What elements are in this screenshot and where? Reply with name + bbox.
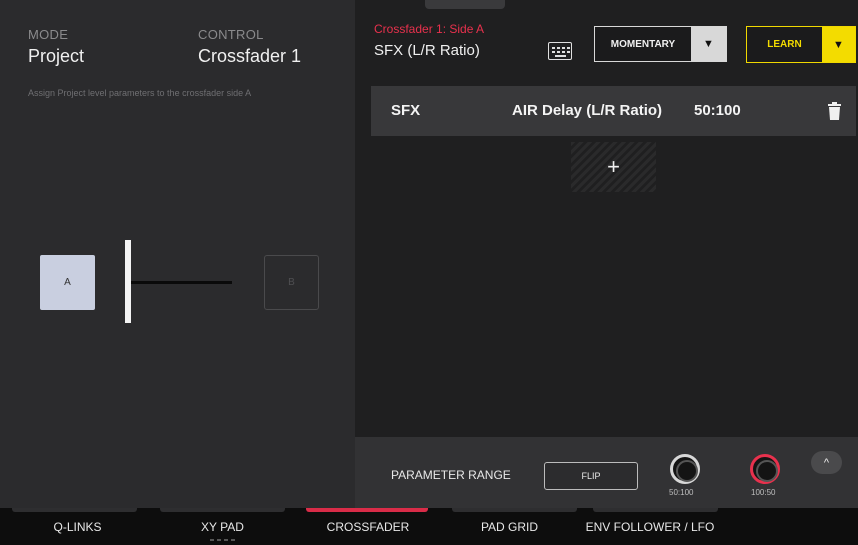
add-assignment-button[interactable]: + xyxy=(571,142,656,192)
top-handle xyxy=(425,0,505,9)
control-caption: CONTROL xyxy=(198,27,264,42)
assignment-title: Crossfader 1: Side A xyxy=(374,22,485,36)
assignment-param: AIR Delay (L/R Ratio) xyxy=(512,102,663,119)
range-max-knob[interactable] xyxy=(750,454,780,484)
tab-q-links[interactable]: Q-LINKS xyxy=(20,508,135,545)
control-value[interactable]: Crossfader 1 xyxy=(198,46,301,67)
learn-label: LEARN xyxy=(767,39,802,50)
mode-value[interactable]: Project xyxy=(28,46,84,67)
assignment-value: 50:100 xyxy=(694,102,741,119)
crossfader-track[interactable] xyxy=(131,281,232,284)
learn-button[interactable]: LEARN ▼ xyxy=(746,26,856,63)
side-b-button[interactable]: B xyxy=(264,255,319,310)
flip-button[interactable]: FLIP xyxy=(544,462,638,490)
mode-select[interactable]: MOMENTARY ▼ xyxy=(594,26,727,62)
assignment-panel xyxy=(355,0,858,508)
chevron-down-icon[interactable]: ▼ xyxy=(691,27,726,61)
page-dots xyxy=(210,539,238,541)
parameter-range-label: PARAMETER RANGE xyxy=(391,468,511,482)
learn-chevron-down-icon[interactable]: ▼ xyxy=(822,27,855,62)
crossfader-settings-panel: MODE Project CONTROL Crossfader 1 Assign… xyxy=(0,0,355,508)
mode-select-label: MOMENTARY xyxy=(610,38,676,50)
mode-description: Assign Project level parameters to the c… xyxy=(28,88,252,98)
assignment-target: SFX xyxy=(391,102,421,119)
bottom-tab-bar: Q-LINKS XY PAD CROSSFADER PAD GRID ENV F… xyxy=(0,508,858,545)
tab-crossfader[interactable]: CROSSFADER xyxy=(308,508,428,545)
tab-env-follower-lfo[interactable]: ENV FOLLOWER / LFO xyxy=(580,508,720,545)
parameter-range-bar: PARAMETER RANGE FLIP 50:100 100:50 ^ xyxy=(355,437,858,508)
side-a-button[interactable]: A xyxy=(40,255,95,310)
assignment-parameter: SFX (L/R Ratio) xyxy=(374,42,480,59)
mode-caption: MODE xyxy=(28,27,69,42)
tab-pad-grid[interactable]: PAD GRID xyxy=(452,508,567,545)
collapse-icon[interactable]: ^ xyxy=(811,451,842,474)
range-min-knob[interactable] xyxy=(670,454,700,484)
assignment-row[interactable]: SFX AIR Delay (L/R Ratio) 50:100 xyxy=(371,86,856,136)
range-max-value: 100:50 xyxy=(751,488,776,497)
keyboard-icon[interactable] xyxy=(548,42,572,60)
trash-icon[interactable] xyxy=(828,102,841,120)
range-min-value: 50:100 xyxy=(669,488,694,497)
